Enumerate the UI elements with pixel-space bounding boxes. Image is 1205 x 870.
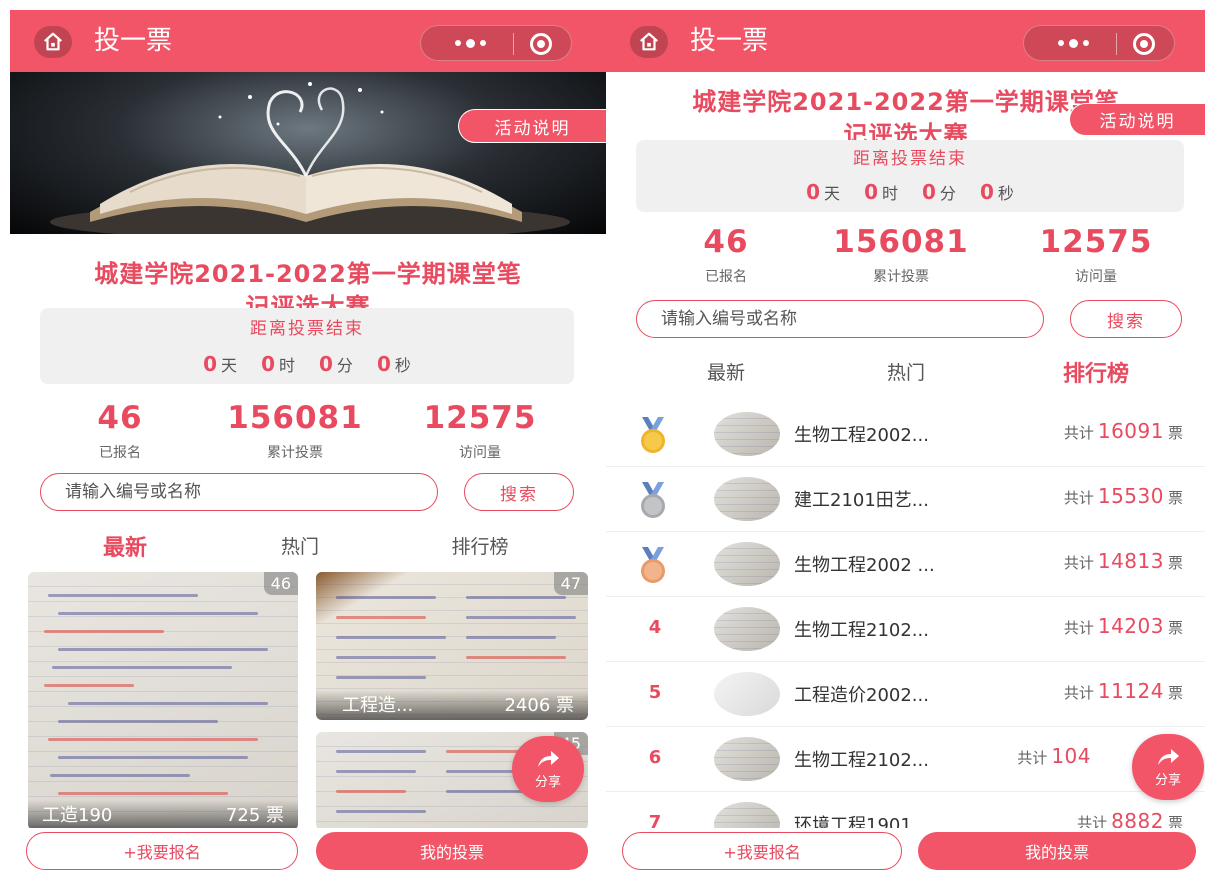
app-title: 投一票 xyxy=(690,26,769,56)
stat-visits: 12575 访问量 xyxy=(423,400,537,461)
rank-number: 5 xyxy=(648,682,662,703)
stat-registered: 46 已报名 xyxy=(703,224,749,285)
countdown-label: 距离投票结束 xyxy=(250,319,364,339)
banner-image xyxy=(10,72,606,234)
search-input[interactable] xyxy=(65,482,400,502)
entry-thumbnail xyxy=(714,412,780,456)
silver-medal-icon xyxy=(641,482,665,518)
ranking-list: 生物工程2002... 共计 16091 票 建工2101田艺... 共计 15530… xyxy=(606,402,1205,857)
entry-thumbnail xyxy=(714,542,780,586)
countdown-label: 距离投票结束 xyxy=(853,149,967,169)
app-title: 投一票 xyxy=(94,26,173,56)
home-button[interactable] xyxy=(34,26,72,58)
countdown-panel: 距离投票结束 0天 0时 0分 0秒 xyxy=(636,140,1184,212)
countdown-values: 0天 0时 0分 0秒 xyxy=(806,180,1014,204)
signup-button[interactable]: +我要报名 xyxy=(26,832,298,870)
search-button[interactable]: 搜索 xyxy=(1070,300,1182,338)
share-arrow-icon xyxy=(538,751,559,767)
entry-thumbnail xyxy=(714,672,780,716)
tab-bar: 最新 热门 排行榜 xyxy=(676,356,1156,388)
open-book-illustration xyxy=(50,82,570,234)
search-button[interactable]: 搜索 xyxy=(464,473,574,511)
entry-thumbnail xyxy=(714,737,780,781)
search-input[interactable] xyxy=(661,309,1005,329)
close-target-icon[interactable] xyxy=(530,33,552,55)
phone-screen-ranking: 投一票 城建学院2021-2022第一学期课堂笔 记评选大赛 活动说明 距离投票… xyxy=(606,10,1205,870)
entry-caption: 工造190 725 票 xyxy=(28,800,298,830)
ranking-row[interactable]: 生物工程2002... 共计 16091 票 xyxy=(606,402,1205,467)
my-votes-button[interactable]: 我的投票 xyxy=(918,832,1196,870)
countdown-values: 0天 0时 0分 0秒 xyxy=(203,352,411,376)
entry-thumbnail xyxy=(714,607,780,651)
countdown-panel: 距离投票结束 0天 0时 0分 0秒 xyxy=(40,308,574,384)
tab-latest[interactable]: 最新 xyxy=(676,356,776,388)
ranking-row[interactable]: 生物工程2002 ... 共计 14813 票 xyxy=(606,532,1205,597)
title-bar: 投一票 xyxy=(10,10,606,72)
gold-medal-icon xyxy=(641,417,665,453)
share-button[interactable]: 分享 xyxy=(512,736,584,802)
tab-popular[interactable]: 热门 xyxy=(250,530,350,562)
home-icon xyxy=(640,32,658,51)
tab-ranking[interactable]: 排行榜 xyxy=(1036,356,1156,388)
my-votes-button[interactable]: 我的投票 xyxy=(316,832,588,870)
stat-registered: 46 已报名 xyxy=(97,400,143,461)
miniprogram-capsule xyxy=(420,25,572,61)
share-button[interactable]: 分享 xyxy=(1132,734,1204,800)
tab-popular[interactable]: 热门 xyxy=(856,356,956,388)
activity-rules-button[interactable]: 活动说明 xyxy=(1069,103,1205,136)
more-dots-icon[interactable] xyxy=(1046,26,1100,60)
entry-number: 47 xyxy=(553,572,588,595)
entry-card[interactable]: 46 工造190 725 票 xyxy=(28,572,298,830)
close-target-icon[interactable] xyxy=(1133,33,1155,55)
stats-row: 46 已报名 156081 累计投票 12575 访问量 xyxy=(60,400,550,462)
entry-card[interactable]: 47 工程造... 2406 票 xyxy=(316,572,588,720)
ranking-row[interactable]: 6 生物工程2102... 共计 104 xyxy=(606,727,1205,792)
stat-total-votes: 156081 累计投票 xyxy=(833,224,969,285)
bottom-action-bar: +我要报名 我的投票 xyxy=(606,828,1205,870)
more-dots-icon[interactable] xyxy=(443,26,497,60)
stats-row: 46 已报名 156081 累计投票 12575 访问量 xyxy=(676,224,1166,286)
miniprogram-capsule xyxy=(1023,25,1175,61)
ranking-row[interactable]: 5 工程造价2002... 共计 11124 票 xyxy=(606,662,1205,727)
home-button[interactable] xyxy=(630,26,668,58)
phone-screen-latest: 投一票 活动说明 城建学院2021-2022第一学期课堂笔 记评选大赛 距离投票… xyxy=(10,10,606,870)
rank-number: 6 xyxy=(648,747,662,768)
signup-button[interactable]: +我要报名 xyxy=(622,832,902,870)
entry-thumbnail xyxy=(714,477,780,521)
tab-bar: 最新 热门 排行榜 xyxy=(70,530,540,562)
entry-caption: 工程造... 2406 票 xyxy=(316,690,588,720)
share-arrow-icon xyxy=(1158,749,1179,765)
rank-number: 4 xyxy=(648,617,662,638)
entry-number: 46 xyxy=(263,572,298,595)
note-photo xyxy=(28,572,298,830)
ranking-row[interactable]: 建工2101田艺... 共计 15530 票 xyxy=(606,467,1205,532)
title-bar: 投一票 xyxy=(606,10,1205,72)
bronze-medal-icon xyxy=(641,547,665,583)
home-icon xyxy=(44,32,62,51)
activity-rules-button[interactable]: 活动说明 xyxy=(458,109,606,143)
bottom-action-bar: +我要报名 我的投票 xyxy=(10,828,606,870)
ranking-row[interactable]: 4 生物工程2102... 共计 14203 票 xyxy=(606,597,1205,662)
search-field[interactable] xyxy=(636,300,1044,338)
tab-ranking[interactable]: 排行榜 xyxy=(420,530,540,562)
search-field[interactable] xyxy=(40,473,438,511)
tab-latest[interactable]: 最新 xyxy=(70,530,180,562)
stat-total-votes: 156081 累计投票 xyxy=(227,400,363,461)
stat-visits: 12575 访问量 xyxy=(1039,224,1153,285)
